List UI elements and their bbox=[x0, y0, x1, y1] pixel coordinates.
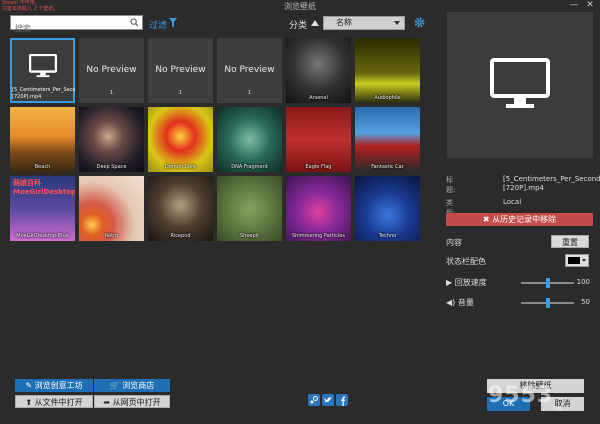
tile-count: 1 bbox=[247, 90, 252, 96]
speed-label: ▶ 回放速度 bbox=[446, 278, 487, 287]
volume-slider-thumb[interactable] bbox=[545, 298, 550, 308]
sort-select-value: 名称 bbox=[336, 18, 352, 27]
wallpaper-tile[interactable]: Techno bbox=[355, 176, 420, 241]
search-icon[interactable] bbox=[130, 18, 139, 27]
filter-icon[interactable] bbox=[169, 18, 177, 27]
tile-caption: Deep Space bbox=[96, 164, 127, 170]
steam-icon[interactable] bbox=[308, 394, 320, 406]
close-button[interactable]: ✕ bbox=[582, 0, 598, 11]
speed-slider[interactable] bbox=[521, 278, 574, 288]
wallpaper-tile[interactable]: Fantastic Car bbox=[355, 107, 420, 172]
tile-count: 1 bbox=[109, 90, 114, 96]
tile-caption: Techno bbox=[378, 233, 397, 239]
color-swatch bbox=[568, 257, 580, 264]
tile-caption: Beach bbox=[34, 164, 51, 170]
tile-caption: MoeGirlDesktop-Blue bbox=[16, 233, 69, 239]
no-preview-label: No Preview bbox=[86, 65, 137, 75]
statusbar-color-label: 状态栏配色 bbox=[446, 257, 486, 266]
watermark: 9553 bbox=[488, 383, 554, 408]
wallpaper-tile[interactable]: Ricepod bbox=[148, 176, 213, 241]
tile-caption: Retro bbox=[104, 233, 119, 239]
open-from-web-button[interactable]: ➦ 从网页中打开 bbox=[94, 395, 170, 408]
sort-label: 分类 bbox=[289, 21, 308, 31]
no-preview-label: No Preview bbox=[155, 65, 206, 75]
search-box[interactable] bbox=[10, 15, 143, 35]
monitor-icon bbox=[29, 54, 57, 78]
wallpaper-tile[interactable]: Retro bbox=[79, 176, 144, 241]
wallpaper-tile[interactable]: Audiophile bbox=[355, 38, 420, 103]
wallpaper-tile[interactable]: Shimmering Particles bbox=[286, 176, 351, 241]
filter-link[interactable]: 过滤 bbox=[149, 18, 167, 31]
window-title: 浏览壁纸 bbox=[284, 2, 316, 11]
speed-value: 100 bbox=[576, 278, 590, 286]
chevron-down-icon bbox=[582, 259, 586, 262]
tile-caption: [5_Centimeters_Per_Second][720P].mp4 bbox=[12, 87, 75, 100]
minimize-button[interactable]: — bbox=[566, 0, 582, 11]
tile-caption: DNA Fragment bbox=[231, 164, 268, 170]
preview-panel bbox=[447, 12, 593, 158]
type-value: Local bbox=[503, 198, 522, 206]
wallpaper-tile[interactable]: No Preview 1 bbox=[217, 38, 282, 103]
gear-icon[interactable] bbox=[414, 17, 425, 28]
tile-logo-text: 萌娘百科 MoeGirlDesktop bbox=[13, 179, 75, 196]
volume-slider[interactable] bbox=[521, 298, 574, 308]
search-input[interactable] bbox=[11, 22, 129, 35]
color-picker[interactable] bbox=[565, 254, 589, 267]
wallpaper-tile[interactable]: No Preview 1 bbox=[79, 38, 144, 103]
tile-caption: Audiophile bbox=[374, 95, 401, 101]
tile-caption: Demon Core bbox=[164, 164, 197, 170]
wallpaper-tile[interactable]: Sheepit bbox=[217, 176, 282, 241]
content-label: 内容 bbox=[446, 238, 462, 247]
tile-caption: Ricepod bbox=[170, 233, 191, 239]
volume-value: 50 bbox=[581, 298, 590, 306]
wallpaper-tile[interactable]: Beach bbox=[10, 107, 75, 172]
wallpaper-tile[interactable]: Deep Space bbox=[79, 107, 144, 172]
sort-select[interactable]: 名称 bbox=[323, 16, 405, 30]
wallpaper-tile[interactable]: No Preview 1 bbox=[148, 38, 213, 103]
tile-caption: Arsenal bbox=[309, 95, 328, 101]
wallpaper-tile[interactable]: Arsenal bbox=[286, 38, 351, 103]
browse-shop-button[interactable]: 🛒 浏览商店 bbox=[94, 379, 170, 392]
wallpaper-tile[interactable]: Demon Core bbox=[148, 107, 213, 172]
tile-count: 1 bbox=[178, 90, 183, 96]
title-value: [5_Centimeters_Per_Second][720P].mp4 bbox=[503, 175, 600, 192]
open-from-file-button[interactable]: ⬆ 从文件中打开 bbox=[15, 395, 93, 408]
monitor-icon bbox=[490, 58, 550, 108]
wallpaper-grid: [5_Centimeters_Per_Second][720P].mp4 No P… bbox=[10, 38, 420, 241]
browse-workshop-button[interactable]: ✎ 浏览创意工坊 bbox=[15, 379, 93, 392]
wallpaper-tile[interactable]: Eagle Flag bbox=[286, 107, 351, 172]
sort-direction-icon[interactable] bbox=[311, 20, 319, 26]
volume-label: ◀) 音量 bbox=[446, 298, 474, 307]
title-key: 标题: bbox=[446, 176, 456, 194]
twitter-icon[interactable] bbox=[322, 394, 334, 406]
tile-caption: Eagle Flag bbox=[305, 164, 332, 170]
tile-caption: Sheepit bbox=[239, 233, 260, 239]
wallpaper-tile[interactable]: 萌娘百科 MoeGirlDesktop MoeGirlDesktop-Blue bbox=[10, 176, 75, 241]
speed-slider-thumb[interactable] bbox=[545, 278, 550, 288]
no-preview-label: No Preview bbox=[224, 65, 275, 75]
title-bar: Steam 不可用。 只能本地载入 2 个壁纸。 浏览壁纸 — ✕ bbox=[0, 0, 600, 12]
tile-caption: Fantastic Car bbox=[371, 164, 404, 170]
tile-caption: Shimmering Particles bbox=[291, 233, 345, 239]
facebook-icon[interactable] bbox=[336, 394, 348, 406]
chevron-down-icon bbox=[394, 21, 400, 25]
remove-from-history-button[interactable]: ✖ 从历史记录中移除 bbox=[446, 213, 593, 226]
wallpaper-tile[interactable]: [5_Centimeters_Per_Second][720P].mp4 bbox=[10, 38, 75, 103]
reset-button[interactable]: 重置 bbox=[551, 235, 589, 248]
wallpaper-tile[interactable]: DNA Fragment bbox=[217, 107, 282, 172]
watermark-sub: 下载 bbox=[552, 406, 563, 412]
